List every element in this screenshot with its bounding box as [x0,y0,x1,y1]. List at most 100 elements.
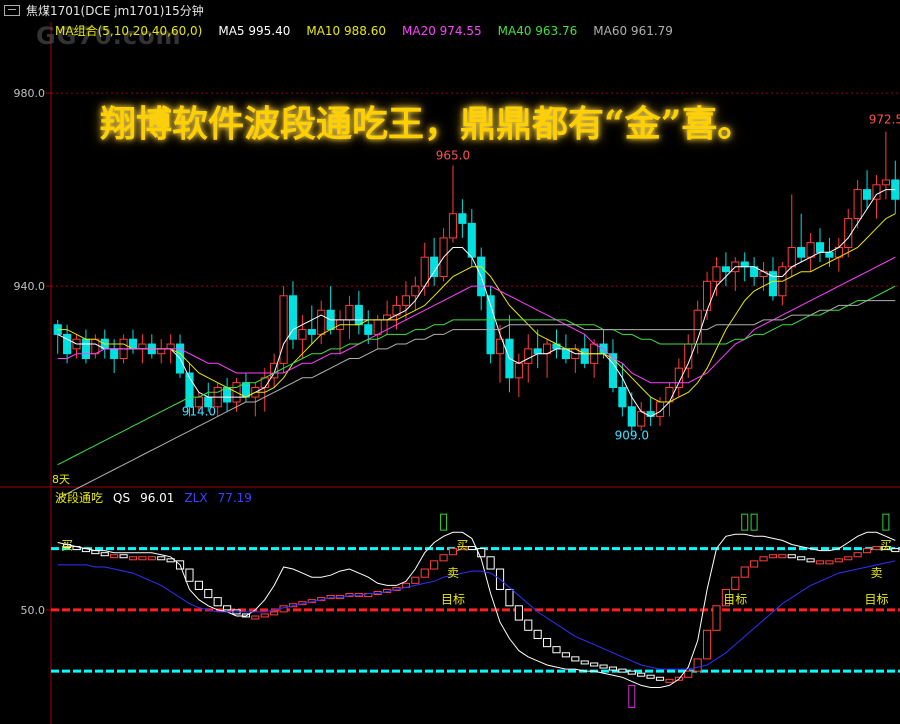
candle [81,329,91,364]
candle [458,199,467,238]
candle [806,233,815,272]
ma5-line [57,189,896,417]
signal-box-down [223,605,232,611]
candle [543,339,552,378]
candle-body-down [430,256,439,277]
candle-body-up [91,338,100,355]
signal-box-up [778,554,787,559]
candle [712,257,721,296]
candle-body-down [110,348,119,360]
days-label: 8天 [52,473,70,486]
zlx-value: 77.19 [217,491,252,505]
signal-box-down [552,646,561,654]
candle-body-down [307,329,316,335]
signal-box-up [110,554,119,559]
signal-box-down [637,672,646,677]
signal-box-up [411,576,420,584]
signal-box-up [834,558,843,563]
high-label-2: 972.5 [869,112,900,126]
candle [797,213,806,262]
candle [571,344,580,373]
signal-box-up [853,552,862,558]
signal-box-down [467,546,476,551]
candle [862,170,872,209]
candle [608,339,618,393]
signal-box-down [157,556,166,561]
signal-box-down [486,556,495,570]
signal-box-up [693,658,702,672]
signal-box-down [599,664,608,669]
candle [288,281,298,349]
candle-body-up [524,348,533,364]
candle-body-up [317,309,326,335]
candle-body-down [533,348,542,355]
peak-marker [882,513,890,531]
ma10-line [57,213,896,403]
candle-body-up [844,218,853,249]
candle-body-up [853,189,862,220]
candle [345,295,354,340]
signal-box-down [185,568,194,582]
candle-body-down [618,386,627,408]
candle [721,252,730,287]
candle [411,276,420,311]
signal-box-down [580,660,589,665]
candle-body-up [373,319,382,335]
qs-label: QS [113,491,131,505]
signal-box-down [533,629,542,639]
candle [270,353,279,388]
candle-body-up [759,271,768,277]
buy-label: 买 [61,539,73,553]
candle-body-down [825,251,834,258]
price-tick-label: 980.0 [14,87,46,100]
signal-box-up [759,556,768,562]
signal-box-up [251,615,260,620]
signal-box-up [825,560,834,565]
candle-body-up [401,295,410,306]
candle-body-down [63,333,72,355]
candle-body-up [166,343,175,350]
high-label-1: 965.0 [436,148,470,162]
signal-box-down [797,556,806,561]
ma60-line [57,300,896,499]
candle-body-up [872,184,881,200]
promo-banner: 翔博软件波段通吃王，鼎鼎都有“金”喜。 [100,103,754,145]
sell-label: 卖 [870,566,882,580]
candle-body-down [81,338,91,360]
signal-box-up [420,568,429,578]
signal-box-down [204,588,213,599]
signal-box-down [627,670,636,675]
target-label: 目标 [864,593,888,607]
candle [853,179,862,229]
candle [53,319,62,354]
candle-body-up [345,304,354,321]
sell-label: 卖 [447,566,459,580]
signal-box-up [270,611,279,616]
signal-box-down [787,554,796,559]
candle-body-down [740,261,749,268]
signal-box-up [684,670,693,678]
signal-box-up [260,613,269,618]
candle [580,334,589,369]
candle-body-up [665,386,674,403]
candle [787,194,796,277]
candle [420,242,429,296]
signal-box-down [213,597,222,607]
candle [260,368,269,412]
candle [157,339,166,364]
candle-body-up [138,343,147,350]
signal-box-down [590,662,599,667]
signal-box-up [128,556,138,561]
signal-box-up [430,560,439,570]
candle [91,334,100,359]
ma40-label: MA40 963.76 [497,24,578,38]
signal-box-down [608,666,618,671]
peak-marker [741,513,749,531]
candle-body-up [514,362,523,379]
signal-box-down [806,558,815,563]
candle [430,237,439,287]
candle-body-up [881,179,890,186]
candle-body-down [354,304,363,326]
signal-box-up [750,560,759,568]
candle-body-down [458,213,467,224]
